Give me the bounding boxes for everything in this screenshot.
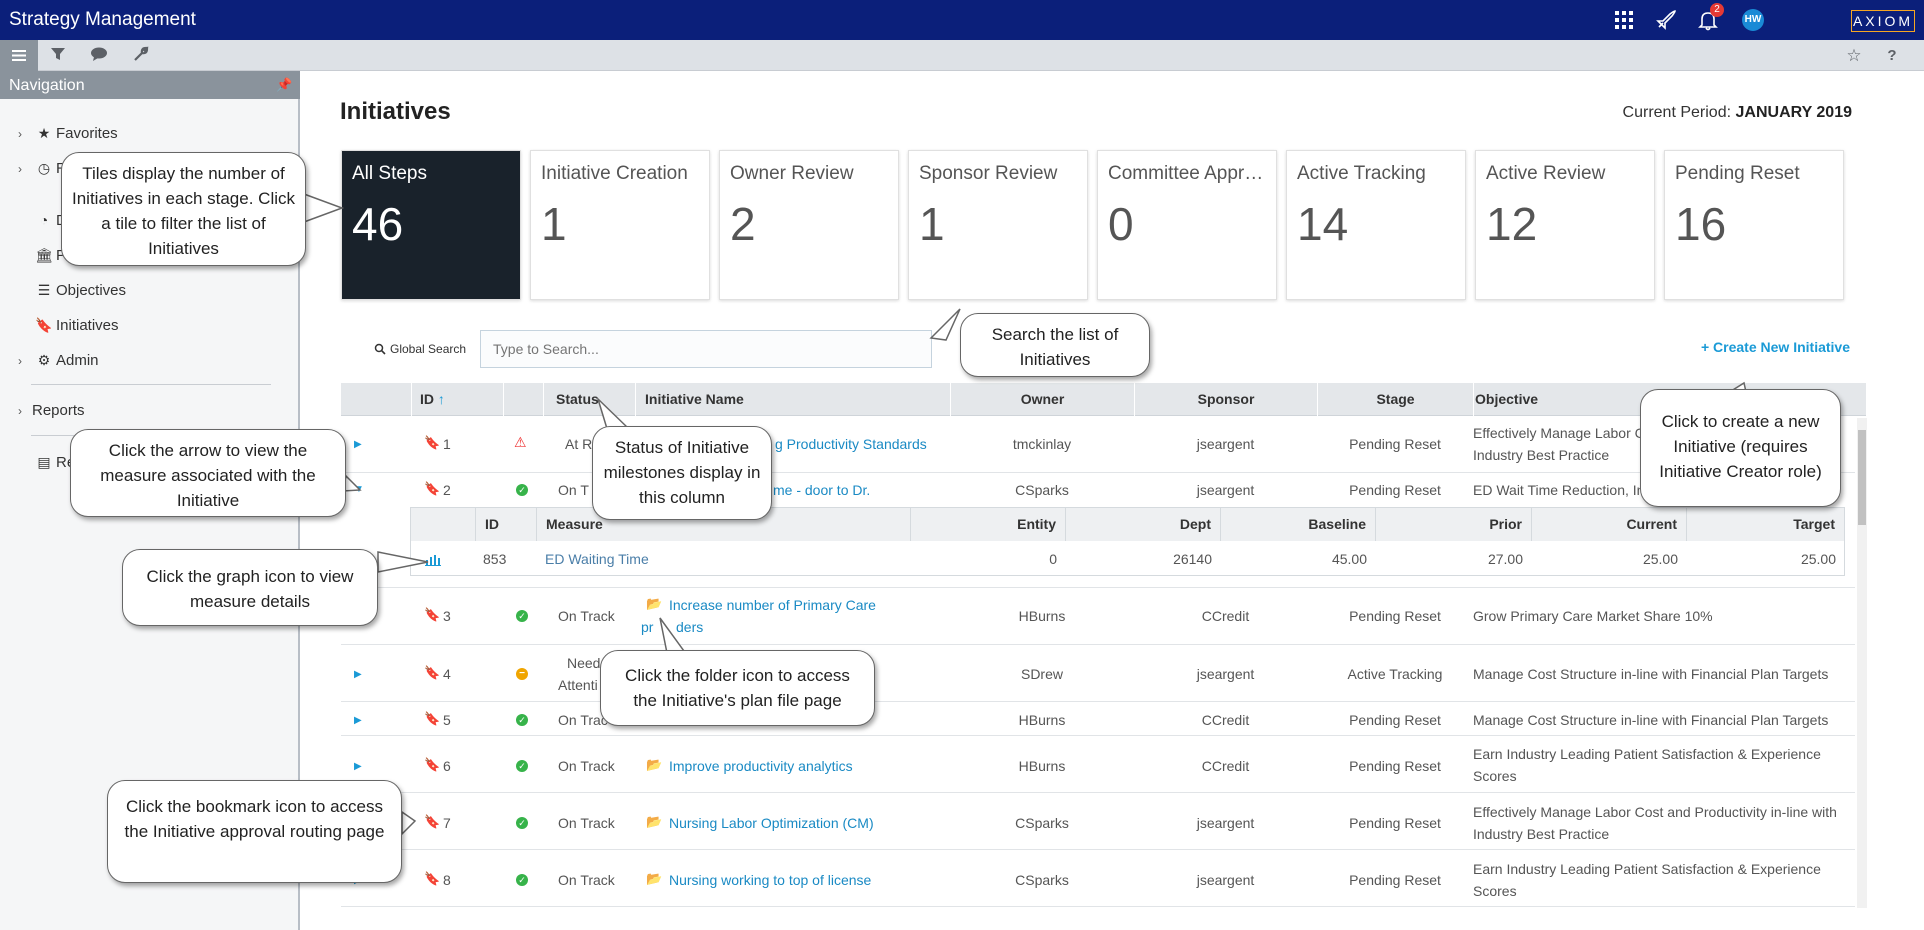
callout-arrow: Click the arrow to view the measure asso… xyxy=(70,429,346,517)
callout-status: Status of Initiative milestones display … xyxy=(592,426,772,520)
callout-graph: Click the graph icon to view measure det… xyxy=(122,549,378,626)
callout-search: Search the list of Initiatives xyxy=(960,313,1150,377)
callout-create: Click to create a new Initiative (requir… xyxy=(1640,389,1841,507)
callout-folder: Click the folder icon to access the Init… xyxy=(600,650,875,726)
callout-bookmark: Click the bookmark icon to access the In… xyxy=(107,780,402,883)
callout-tiles: Tiles display the number of Initiatives … xyxy=(61,152,306,266)
